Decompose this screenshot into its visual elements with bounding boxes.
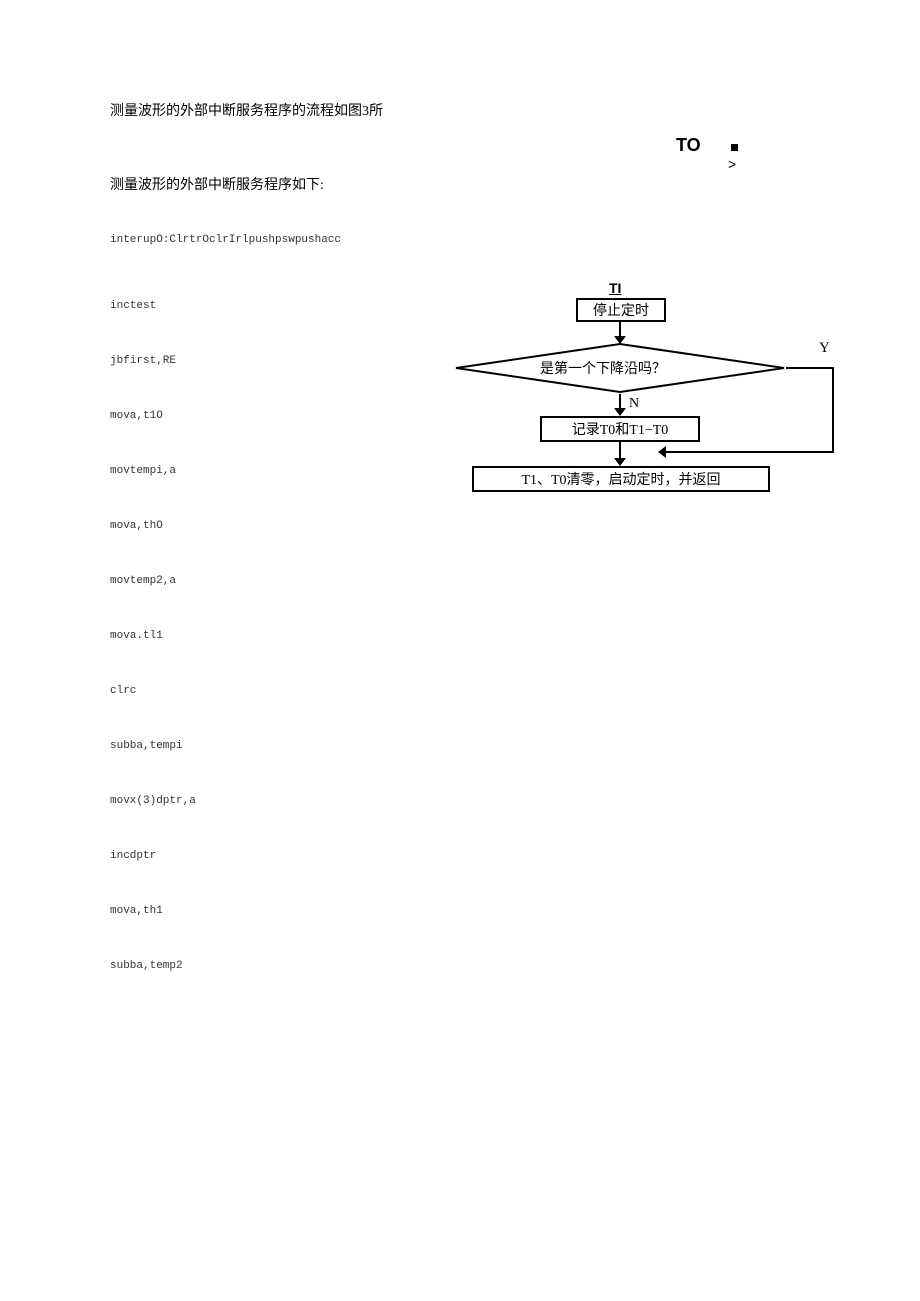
assembly-code-block: interupO:ClrtrOclrIrlpushpswpushacc inct… <box>110 234 341 1015</box>
code-line: mova.tl1 <box>110 630 341 642</box>
no-label: N <box>629 396 639 412</box>
greater-than-icon: > <box>728 156 736 172</box>
code-line: subba,temp2 <box>110 960 341 972</box>
connector-line <box>832 367 834 453</box>
arrowhead-icon <box>614 458 626 466</box>
decision-text: 是第一个下降沿吗？ <box>540 358 666 378</box>
code-line: jbfirst,RE <box>110 355 341 367</box>
tl-label: TI <box>609 280 621 296</box>
yes-label: Y <box>819 340 830 357</box>
code-line: mova,thO <box>110 520 341 532</box>
code-line: movtempi,a <box>110 465 341 477</box>
arrowhead-icon <box>658 446 666 458</box>
flowchart-box-clear-return: T1、T0清零，启动定时，并返回 <box>472 466 770 492</box>
code-line: subba,tempi <box>110 740 341 752</box>
code-line: movtemp2,a <box>110 575 341 587</box>
flowchart-box-stop-timer: 停止定时 <box>576 298 666 322</box>
connector-line <box>664 451 834 453</box>
connector-line <box>786 367 834 369</box>
code-line: movx(3)dptr,a <box>110 795 341 807</box>
arrowhead-icon <box>614 408 626 416</box>
code-line: interupO:ClrtrOclrIrlpushpswpushacc <box>110 234 341 246</box>
code-line: mova,th1 <box>110 905 341 917</box>
paragraph-flow-intro: 测量波形的外部中断服务程序的流程如图3所 <box>110 100 383 120</box>
flowchart-box-record: 记录T0和T1−T0 <box>540 416 700 442</box>
code-line: mova,t1O <box>110 410 341 422</box>
flowchart-decision: 是第一个下降沿吗？ <box>454 342 786 394</box>
code-line: clrc <box>110 685 341 697</box>
code-line: incdptr <box>110 850 341 862</box>
paragraph-code-intro: 测量波形的外部中断服务程序如下: <box>110 174 324 194</box>
to-label: TO <box>676 135 701 156</box>
code-line: inctest <box>110 300 341 312</box>
square-marker-icon <box>731 144 738 151</box>
flowchart-diagram: TI 停止定时 是第一个下降沿吗？ Y N 记录T0和T1−T0 T1、T0清零… <box>424 280 854 530</box>
